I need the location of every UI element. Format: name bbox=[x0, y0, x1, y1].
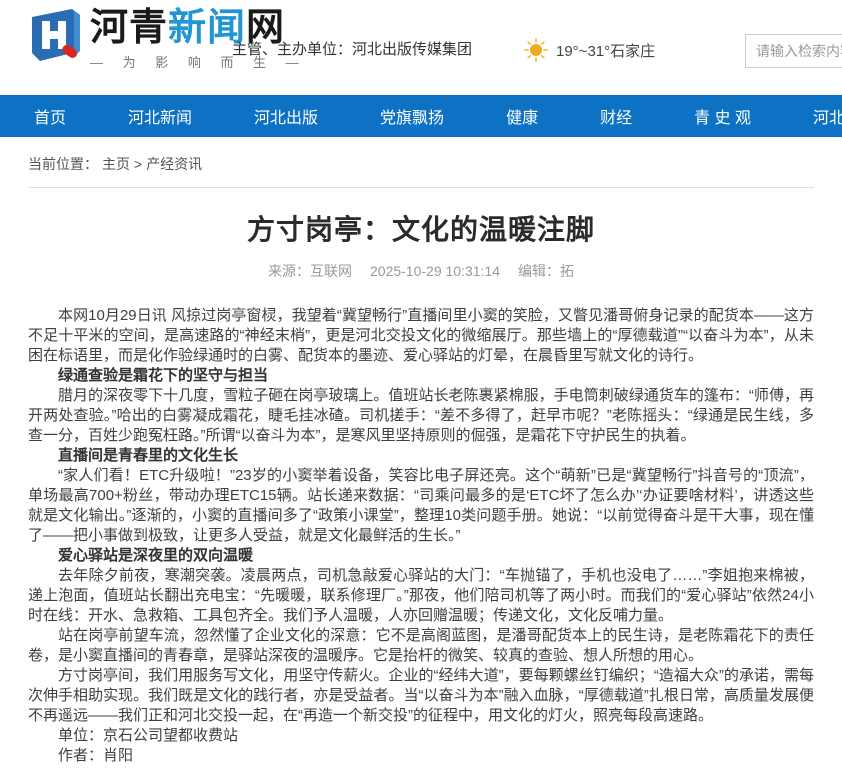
article-body: 本网10月29日讯 风掠过岗亭窗棂，我望着“冀望畅行”直播间里小窦的笑脸，又瞥见… bbox=[28, 306, 814, 766]
article-title: 方寸岗亭：文化的温暖注脚 bbox=[28, 212, 814, 248]
article-meta: 来源：互联网 2025-10-29 10:31:14 编辑：拓 bbox=[28, 261, 814, 281]
section-subhead: 绿通查验是霜花下的坚守与担当 bbox=[28, 366, 814, 386]
article-paragraph: 单位：京石公司望都收费站 bbox=[28, 726, 814, 746]
logo-hq-icon bbox=[28, 7, 84, 65]
nav-item[interactable]: 财经 bbox=[598, 104, 634, 128]
section-subhead: 爱心驿站是深夜里的双向温暖 bbox=[28, 546, 814, 566]
nav-item[interactable]: 首页 bbox=[32, 104, 68, 128]
article-paragraph: 作者：肖阳 bbox=[28, 746, 814, 766]
site-header: 河青新闻网 — 为 影 响 而 生 — 主管、主办单位：河北出版传媒集团 19°… bbox=[0, 0, 842, 95]
article-paragraph: “家人们看！ETC升级啦！”23岁的小窦举着设备，笑容比电子屏还亮。这个“萌新”… bbox=[28, 466, 814, 546]
nav-item[interactable]: 河北新闻 bbox=[126, 104, 194, 128]
weather-text: 19°~31°石家庄 bbox=[556, 40, 655, 61]
sun-icon bbox=[524, 38, 548, 62]
article-paragraph: 站在岗亭前望车流，忽然懂了企业文化的深意：它不是高阁蓝图，是潘哥配货本上的民生诗… bbox=[28, 626, 814, 666]
search-input[interactable] bbox=[745, 34, 842, 68]
section-subhead: 直播间是青春里的文化生长 bbox=[28, 446, 814, 466]
nav-item[interactable]: 健康 bbox=[504, 104, 540, 128]
breadcrumb-separator: > bbox=[134, 156, 142, 172]
article-source: 来源：互联网 bbox=[268, 263, 352, 279]
weather-widget: 19°~31°石家庄 bbox=[524, 38, 655, 62]
nav-item[interactable]: 河北出版 bbox=[252, 104, 320, 128]
article-editor: 编辑：拓 bbox=[518, 263, 574, 279]
sponsor-text: 主管、主办单位：河北出版传媒集团 bbox=[232, 38, 472, 59]
nav-item[interactable]: 党旗飘扬 bbox=[378, 104, 446, 128]
article-paragraph: 本网10月29日讯 风掠过岗亭窗棂，我望着“冀望畅行”直播间里小窦的笑脸，又瞥见… bbox=[28, 306, 814, 366]
article-paragraph: 腊月的深夜零下十几度，雪粒子砸在岗亭玻璃上。值班站长老陈裹紧棉服，手电筒刺破绿通… bbox=[28, 386, 814, 446]
article-paragraph: 去年除夕前夜，寒潮突袭。凌晨两点，司机急敲爱心驿站的大门：“车抛锚了，手机也没电… bbox=[28, 566, 814, 626]
breadcrumb-home-link[interactable]: 主页 bbox=[102, 156, 130, 172]
breadcrumb: 当前位置：主页>产经资讯 bbox=[28, 137, 814, 188]
breadcrumb-current: 产经资讯 bbox=[146, 156, 202, 172]
main-nav: 首页河北新闻河北出版党旗飘扬健康财经青 史 观河北好书全民辟谣 bbox=[0, 95, 842, 137]
breadcrumb-label: 当前位置： bbox=[28, 156, 98, 172]
nav-item[interactable]: 河北好书 bbox=[811, 104, 842, 128]
nav-item[interactable]: 青 史 观 bbox=[692, 104, 753, 128]
article: 方寸岗亭：文化的温暖注脚 来源：互联网 2025-10-29 10:31:14 编辑… bbox=[28, 212, 814, 766]
page: 河青新闻网 — 为 影 响 而 生 — 主管、主办单位：河北出版传媒集团 19°… bbox=[0, 0, 842, 770]
article-paragraph: 方寸岗亭间，我们用服务写文化，用坚守传薪火。企业的“经纬大道”，要每颗螺丝钉编织… bbox=[28, 666, 814, 726]
article-datetime: 2025-10-29 10:31:14 bbox=[370, 263, 500, 279]
